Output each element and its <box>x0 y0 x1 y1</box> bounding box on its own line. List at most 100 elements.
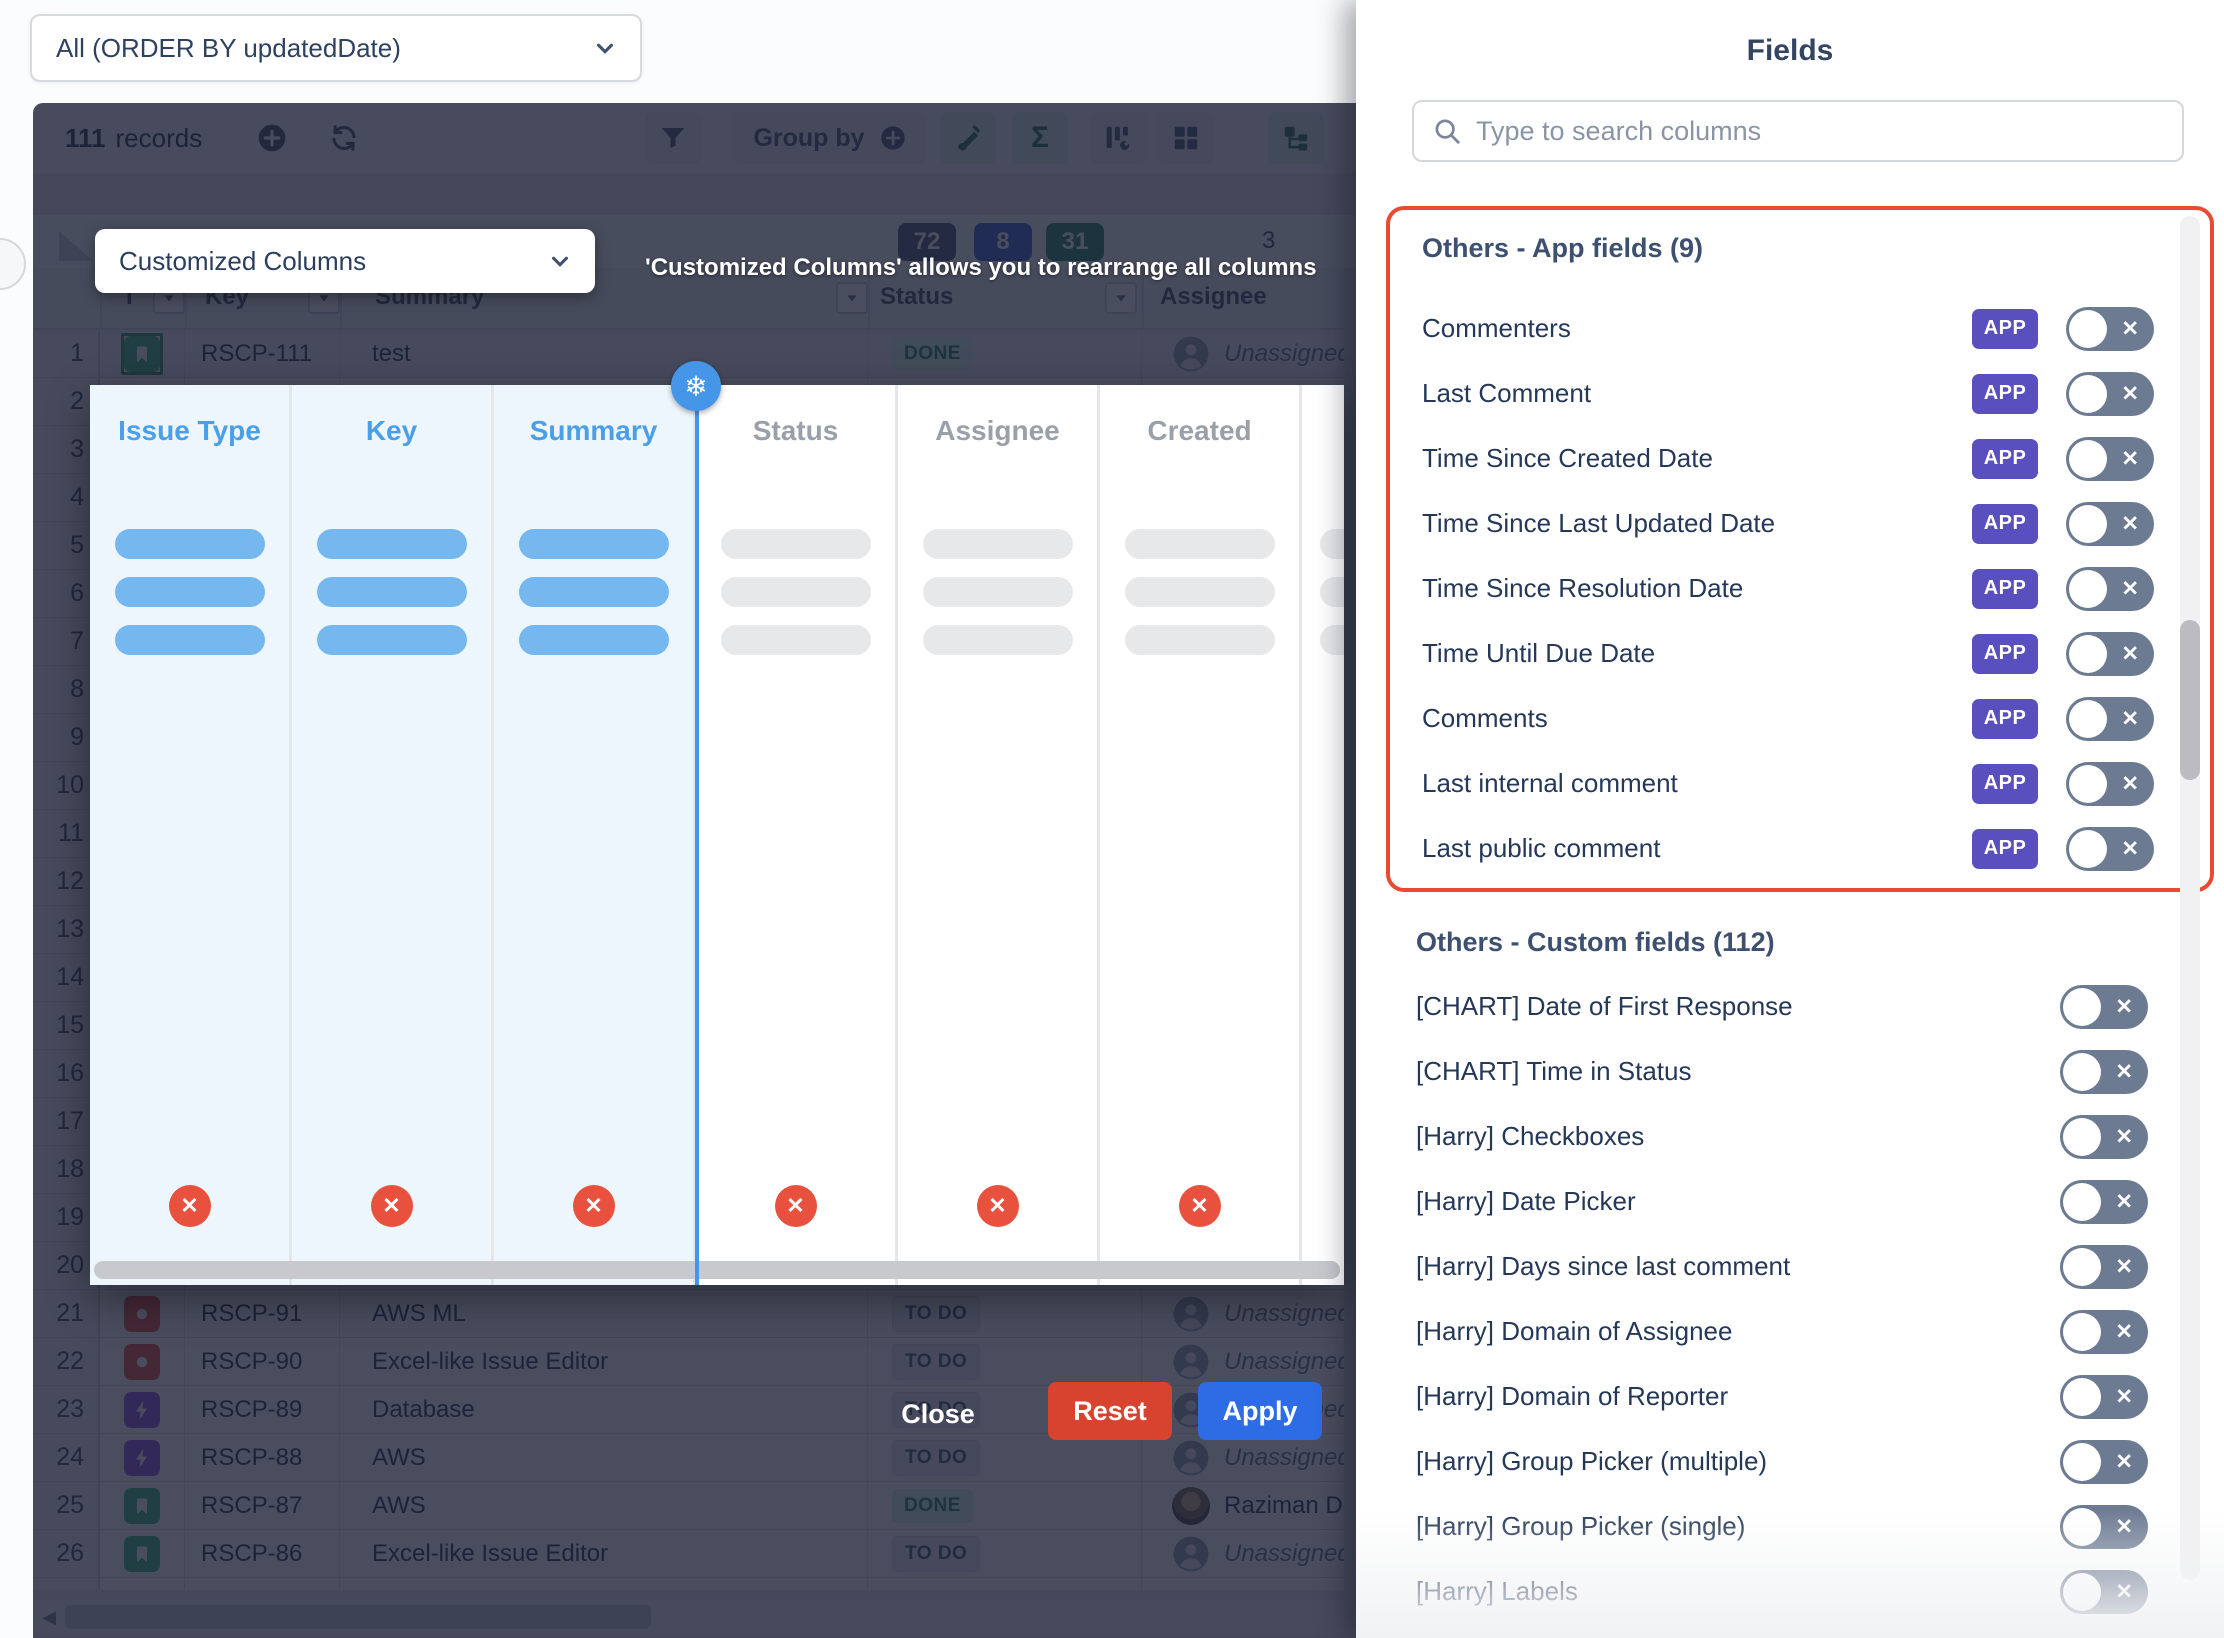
toggle-knob <box>2069 635 2107 673</box>
preview-column-label: Key <box>292 415 491 459</box>
field-label: [Harry] Date Picker <box>1416 1186 2060 1217</box>
toggle-x-icon: ✕ <box>2115 1189 2133 1214</box>
placeholder-bar <box>1125 625 1275 655</box>
remove-column-button[interactable]: ✕ <box>573 1185 615 1227</box>
columns-hint-text: 'Customized Columns' allows you to rearr… <box>645 254 1344 290</box>
remove-column-button[interactable]: ✕ <box>169 1185 211 1227</box>
field-toggle[interactable]: ✕ <box>2060 1570 2148 1614</box>
field-toggle[interactable]: ✕ <box>2066 632 2154 676</box>
field-toggle[interactable]: ✕ <box>2060 1245 2148 1289</box>
field-toggle[interactable]: ✕ <box>2060 1180 2148 1224</box>
toggle-knob <box>2063 1378 2101 1416</box>
field-toggle[interactable]: ✕ <box>2060 1310 2148 1354</box>
app-field-item: Last internal commentAPP ✕ <box>1422 751 2154 816</box>
preview-column[interactable]: Key ✕ <box>292 385 491 1285</box>
panel-scrollbar-track[interactable] <box>2180 216 2200 1580</box>
toggle-knob <box>2069 700 2107 738</box>
toggle-x-icon: ✕ <box>2121 381 2139 406</box>
app-fields-highlight-box: Others - App fields (9) CommentersAPP✕La… <box>1386 206 2214 892</box>
view-order-select[interactable]: All (ORDER BY updatedDate) <box>30 14 642 82</box>
field-toggle[interactable]: ✕ <box>2060 1115 2148 1159</box>
field-label: [Harry] Domain of Assignee <box>1416 1316 2060 1347</box>
field-toggle[interactable]: ✕ <box>2060 1375 2148 1419</box>
field-label: [Harry] Domain of Reporter <box>1416 1381 2060 1412</box>
custom-field-item: [Harry] Domain of Reporter ✕ <box>1416 1364 2148 1429</box>
toggle-x-icon: ✕ <box>2115 994 2133 1019</box>
app-fields-list: CommentersAPP✕Last CommentAPP✕Time Since… <box>1422 296 2154 881</box>
placeholder-bar <box>923 625 1073 655</box>
columns-preset-select[interactable]: Customized Columns <box>95 229 595 293</box>
app-badge: APP <box>1972 829 2038 869</box>
preview-column-label: Issue Type <box>90 415 289 459</box>
placeholder-bar <box>519 625 669 655</box>
toggle-knob <box>2063 1573 2101 1611</box>
apply-button[interactable]: Apply <box>1198 1382 1322 1440</box>
field-toggle[interactable]: ✕ <box>2066 437 2154 481</box>
freeze-divider[interactable] <box>695 385 699 1285</box>
view-order-select-value: All (ORDER BY updatedDate) <box>56 33 594 64</box>
app-badge: APP <box>1972 569 2038 609</box>
close-button[interactable]: Close <box>893 1392 983 1436</box>
preview-column[interactable]: Created✕ <box>1100 385 1299 1285</box>
fields-search[interactable] <box>1412 100 2184 162</box>
field-toggle[interactable]: ✕ <box>2066 307 2154 351</box>
app-fields-section-title: Others - App fields (9) <box>1422 226 2154 270</box>
toggle-knob <box>2069 570 2107 608</box>
placeholder-bar <box>317 529 467 559</box>
field-toggle[interactable]: ✕ <box>2060 1505 2148 1549</box>
panel-scrollbar-thumb[interactable] <box>2180 620 2200 780</box>
toggle-x-icon: ✕ <box>2121 641 2139 666</box>
field-label: Time Until Due Date <box>1422 638 1972 669</box>
field-toggle[interactable]: ✕ <box>2060 985 2148 1029</box>
edge-handle[interactable] <box>0 238 26 290</box>
preview-column-partial <box>1302 385 1344 1285</box>
remove-column-button[interactable]: ✕ <box>1179 1185 1221 1227</box>
placeholder-bar <box>923 529 1073 559</box>
toggle-knob <box>2069 440 2107 478</box>
field-toggle[interactable]: ✕ <box>2066 372 2154 416</box>
remove-column-button[interactable]: ✕ <box>371 1185 413 1227</box>
toggle-knob <box>2063 1183 2101 1221</box>
toggle-knob <box>2063 988 2101 1026</box>
toggle-knob <box>2069 505 2107 543</box>
preview-column[interactable]: Summary ✕ <box>494 385 693 1285</box>
field-toggle[interactable]: ✕ <box>2066 762 2154 806</box>
field-toggle[interactable]: ✕ <box>2060 1440 2148 1484</box>
preview-column[interactable]: Issue Type ✕ <box>90 385 289 1285</box>
preview-column[interactable]: Assignee ✕ <box>898 385 1097 1285</box>
preview-column-label: Summary <box>494 415 693 459</box>
placeholder-bar <box>115 529 265 559</box>
fields-search-input[interactable] <box>1476 116 2164 147</box>
custom-fields-section-title: Others - Custom fields (112) <box>1416 920 2148 964</box>
toggle-x-icon: ✕ <box>2115 1319 2133 1344</box>
field-toggle[interactable]: ✕ <box>2066 827 2154 871</box>
preview-column[interactable]: Status ✕ <box>696 385 895 1285</box>
preview-column-label: Status <box>696 415 895 459</box>
remove-column-button[interactable]: ✕ <box>977 1185 1019 1227</box>
field-toggle[interactable]: ✕ <box>2066 502 2154 546</box>
field-label: [CHART] Time in Status <box>1416 1056 2060 1087</box>
field-toggle[interactable]: ✕ <box>2066 567 2154 611</box>
app-badge: APP <box>1972 764 2038 804</box>
toggle-knob <box>2069 310 2107 348</box>
toggle-x-icon: ✕ <box>2115 1384 2133 1409</box>
app-field-item: Last public commentAPP✕ <box>1422 816 2154 881</box>
placeholder-bar <box>519 577 669 607</box>
field-label: [Harry] Days since last comment <box>1416 1251 2060 1282</box>
remove-column-button[interactable]: ✕ <box>775 1185 817 1227</box>
placeholder-bar <box>721 625 871 655</box>
field-toggle[interactable]: ✕ <box>2066 697 2154 741</box>
toggle-x-icon: ✕ <box>2121 511 2139 536</box>
columns-preset-value: Customized Columns <box>119 246 549 277</box>
toggle-x-icon: ✕ <box>2121 836 2139 861</box>
field-label: Last internal comment <box>1422 768 1972 799</box>
preview-column-label: Assignee <box>898 415 1097 459</box>
reset-button[interactable]: Reset <box>1048 1382 1172 1440</box>
search-icon <box>1432 116 1462 146</box>
app-root: All (ORDER BY updatedDate) 111 records G… <box>0 0 2224 1638</box>
snowflake-icon[interactable]: ❄ <box>671 361 721 411</box>
field-toggle[interactable]: ✕ <box>2060 1050 2148 1094</box>
toggle-x-icon: ✕ <box>2115 1124 2133 1149</box>
preview-horizontal-scrollbar[interactable] <box>94 1261 1340 1279</box>
app-badge: APP <box>1972 309 2038 349</box>
